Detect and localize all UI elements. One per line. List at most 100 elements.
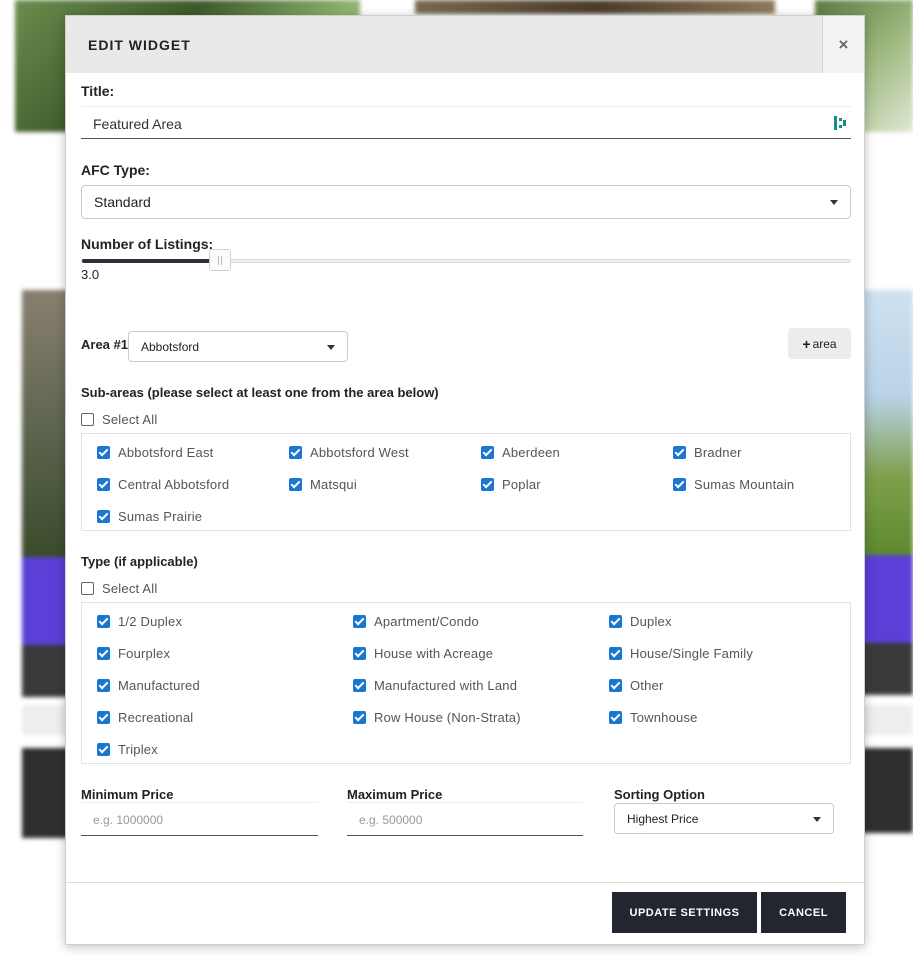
subarea-item[interactable]: Sumas Mountain [673,477,794,492]
title-input[interactable]: Featured Area [81,106,851,139]
min-price-input[interactable]: e.g. 1000000 [81,802,318,836]
type-label: Other [630,678,664,693]
background-photo [415,0,775,14]
checkbox[interactable] [97,711,110,724]
checkbox[interactable] [97,743,110,756]
checkbox[interactable] [97,478,110,491]
type-item[interactable]: Recreational [97,710,193,725]
cancel-button[interactable]: CANCEL [761,892,846,933]
checkbox[interactable] [609,647,622,660]
area-select[interactable]: Abbotsford [128,331,348,362]
type-item[interactable]: Row House (Non-Strata) [353,710,521,725]
chevron-down-icon [830,200,838,205]
types-heading: Type (if applicable) [81,554,198,569]
type-item[interactable]: Fourplex [97,646,170,661]
afc-type-value: Standard [94,194,151,210]
checkbox[interactable] [353,679,366,692]
subarea-label: Central Abbotsford [118,477,230,492]
plus-icon: + [802,335,811,352]
type-label: Duplex [630,614,672,629]
subareas-grid: Abbotsford East Abbotsford West Aberdeen… [81,433,851,531]
types-grid: 1/2 Duplex Apartment/Condo Duplex Fourpl… [81,602,851,764]
type-item[interactable]: 1/2 Duplex [97,614,182,629]
checkbox[interactable] [353,615,366,628]
sorting-select[interactable]: Highest Price [614,803,834,834]
subarea-item[interactable]: Bradner [673,445,742,460]
listings-label: Number of Listings: [81,236,214,252]
title-input-value: Featured Area [93,116,182,132]
type-label: Apartment/Condo [374,614,479,629]
update-settings-button[interactable]: UPDATE SETTINGS [612,892,757,933]
checkbox[interactable] [289,446,302,459]
subarea-item[interactable]: Abbotsford West [289,445,409,460]
type-item[interactable]: House/Single Family [609,646,753,661]
password-manager-icon[interactable] [834,115,846,131]
add-area-label: area [812,336,837,351]
checkbox[interactable] [609,711,622,724]
checkbox[interactable] [97,647,110,660]
subarea-label: Abbotsford East [118,445,214,460]
close-icon: × [838,34,849,54]
checkbox[interactable] [81,413,94,426]
checkbox[interactable] [353,711,366,724]
type-item[interactable]: Manufactured with Land [353,678,517,693]
checkbox[interactable] [673,478,686,491]
type-label: Manufactured [118,678,200,693]
type-item[interactable]: Apartment/Condo [353,614,479,629]
type-label: Townhouse [630,710,698,725]
max-price-input[interactable]: e.g. 500000 [347,802,583,836]
subarea-label: Bradner [694,445,742,460]
checkbox[interactable] [353,647,366,660]
checkbox[interactable] [481,478,494,491]
checkbox[interactable] [609,679,622,692]
title-label: Title: [81,83,115,99]
type-item[interactable]: Townhouse [609,710,698,725]
subarea-label: Sumas Prairie [118,509,203,524]
max-price-label: Maximum Price [347,787,443,802]
subarea-item[interactable]: Poplar [481,477,541,492]
listings-slider[interactable] [81,249,851,271]
footer-divider [66,882,866,883]
type-label: Recreational [118,710,194,725]
modal-title: EDIT WIDGET [88,37,191,53]
subarea-item[interactable]: Abbotsford East [97,445,214,460]
max-price-placeholder: e.g. 500000 [359,813,423,827]
background-banner [860,555,913,643]
checkbox[interactable] [673,446,686,459]
subarea-item[interactable]: Central Abbotsford [97,477,229,492]
close-button[interactable]: × [822,16,864,73]
afc-type-select[interactable]: Standard [81,185,851,219]
slider-fill [82,259,221,263]
checkbox[interactable] [97,679,110,692]
subarea-label: Aberdeen [502,445,560,460]
add-area-button[interactable]: + area [788,328,851,359]
type-item[interactable]: Duplex [609,614,672,629]
checkbox[interactable] [97,510,110,523]
edit-widget-modal: EDIT WIDGET × Title: Featured Area AFC T… [65,15,866,945]
subarea-item[interactable]: Sumas Prairie [97,509,202,524]
select-all-label: Select All [102,412,158,427]
types-select-all[interactable]: Select All [81,581,157,596]
type-label: House with Acreage [374,646,494,661]
background-block [860,748,913,833]
subareas-select-all[interactable]: Select All [81,412,157,427]
type-item[interactable]: Other [609,678,664,693]
type-label: Triplex [118,742,158,757]
type-item[interactable]: Manufactured [97,678,200,693]
checkbox[interactable] [81,582,94,595]
sorting-label: Sorting Option [614,787,705,802]
checkbox[interactable] [97,615,110,628]
subarea-item[interactable]: Matsqui [289,477,357,492]
type-item[interactable]: Triplex [97,742,158,757]
min-price-placeholder: e.g. 1000000 [93,813,164,827]
checkbox[interactable] [289,478,302,491]
slider-handle[interactable] [209,249,232,271]
afc-type-label: AFC Type: [81,162,150,178]
checkbox[interactable] [481,446,494,459]
subarea-item[interactable]: Aberdeen [481,445,560,460]
checkbox[interactable] [97,446,110,459]
select-all-label: Select All [102,581,158,596]
background-photo [860,290,913,555]
checkbox[interactable] [609,615,622,628]
type-item[interactable]: House with Acreage [353,646,493,661]
